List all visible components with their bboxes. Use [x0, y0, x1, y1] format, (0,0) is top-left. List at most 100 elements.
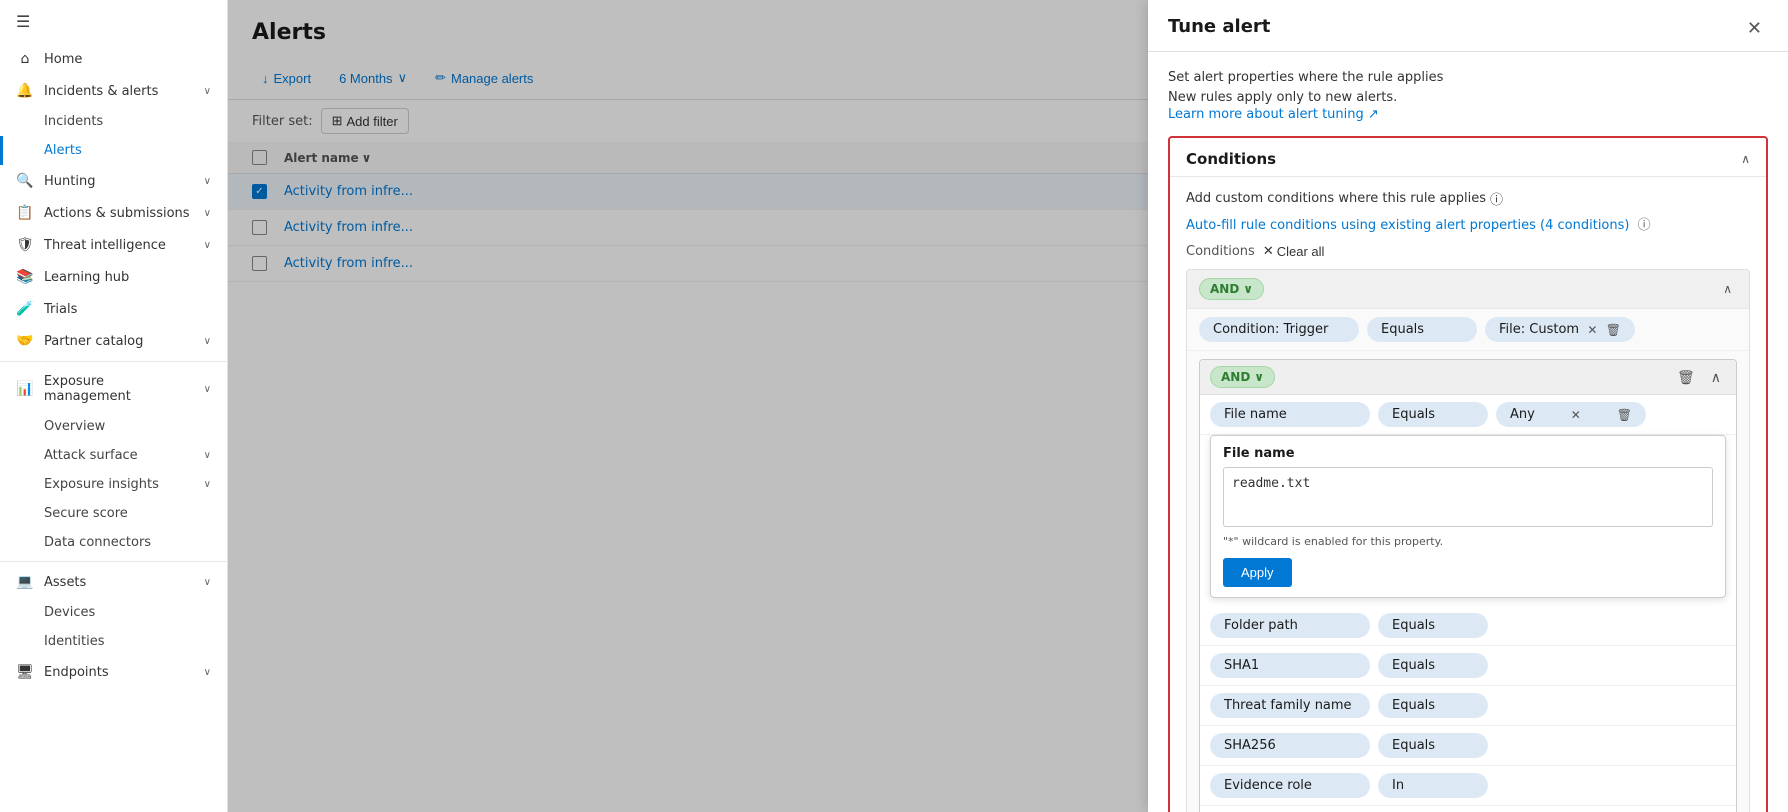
remove-icon[interactable]: ✕ — [1571, 408, 1581, 422]
chevron-down-icon: ∨ — [1254, 370, 1264, 384]
partner-icon: 🤝 — [16, 333, 34, 349]
operator-pill[interactable]: Equals — [1378, 733, 1488, 758]
value-pill[interactable]: File: Custom ✕ 🗑 — [1485, 317, 1635, 342]
nested-delete-button[interactable]: 🗑 — [1672, 367, 1700, 388]
sidebar-item-home[interactable]: ⌂ Home — [0, 43, 227, 75]
chevron-down-icon: ∨ — [204, 86, 211, 97]
threat-icon: 🛡 — [16, 237, 34, 253]
condition-row: Condition: Trigger Equals File: Custom ✕… — [1187, 309, 1749, 351]
panel-title: Tune alert — [1168, 16, 1270, 37]
and-badge[interactable]: AND ∨ — [1199, 278, 1264, 300]
clear-all-button[interactable]: ✕ Clear all — [1263, 243, 1325, 259]
sidebar: ☰ ⌂ Home 🔔 Incidents & alerts ∨ Incident… — [0, 0, 228, 812]
sidebar-item-hunting[interactable]: 🔍 Hunting ∨ — [0, 165, 227, 197]
sidebar-item-label: Exposure management — [44, 374, 194, 404]
conditions-clear-row: Conditions ✕ Clear all — [1186, 243, 1750, 259]
sidebar-item-overview[interactable]: Overview — [0, 412, 227, 441]
filename-hint: "*" wildcard is enabled for this propert… — [1223, 535, 1713, 548]
sidebar-item-exposure-management[interactable]: 📊 Exposure management ∨ — [0, 366, 227, 412]
field-pill[interactable]: SHA1 — [1210, 653, 1370, 678]
conditions-header: Conditions ∧ — [1170, 138, 1766, 177]
panel-close-button[interactable]: ✕ — [1741, 16, 1768, 41]
collapse-button[interactable]: ∧ — [1718, 280, 1737, 298]
operator-pill[interactable]: Equals — [1378, 613, 1488, 638]
sidebar-item-incidents-alerts[interactable]: 🔔 Incidents & alerts ∨ — [0, 75, 227, 107]
filename-popup: File name readme.txt "*" wildcard is ena… — [1210, 435, 1726, 598]
main-content: Alerts ↓ Export 6 Months ∨ ✏ Manage aler… — [228, 0, 1788, 812]
panel-desc-line1: Set alert properties where the rule appl… — [1168, 68, 1768, 88]
sidebar-item-data-connectors[interactable]: Data connectors — [0, 528, 227, 557]
chevron-down-icon: ∨ — [204, 577, 211, 588]
value-pill[interactable]: Any ✕ 🗑 — [1496, 402, 1646, 427]
chevron-down-icon: ∨ — [204, 667, 211, 678]
sidebar-item-exposure-insights[interactable]: Exposure insights ∨ — [0, 470, 227, 499]
trials-icon: 🧪 — [16, 301, 34, 317]
home-icon: ⌂ — [16, 51, 34, 67]
filename-input[interactable]: readme.txt — [1223, 467, 1713, 527]
chevron-down-icon: ∨ — [204, 479, 211, 490]
autofill-link[interactable]: Auto-fill rule conditions using existing… — [1186, 218, 1634, 233]
add-desc: Add custom conditions where this rule ap… — [1186, 189, 1750, 208]
conditions-box: Conditions ∧ Add custom conditions where… — [1168, 136, 1768, 812]
chevron-down-icon: ∨ — [204, 176, 211, 187]
nested-condition-row: SHA1 Equals — [1200, 646, 1736, 686]
condition-trigger-pill[interactable]: Condition: Trigger — [1199, 317, 1359, 342]
operator-pill[interactable]: In — [1378, 773, 1488, 798]
chevron-down-icon: ∨ — [204, 384, 211, 395]
field-pill[interactable]: Evidence role — [1210, 773, 1370, 798]
sidebar-item-label: Threat intelligence — [44, 238, 166, 253]
operator-pill[interactable]: Equals — [1378, 693, 1488, 718]
sidebar-item-alerts[interactable]: Alerts — [0, 136, 227, 165]
field-pill[interactable]: File name — [1210, 402, 1370, 427]
conditions-label: Conditions — [1186, 244, 1255, 259]
endpoints-icon: 🖥 — [16, 664, 34, 680]
field-pill[interactable]: Threat family name — [1210, 693, 1370, 718]
sidebar-item-label: Assets — [44, 575, 86, 590]
and-group-actions: ∧ — [1718, 280, 1737, 298]
remove-icon[interactable]: ✕ — [1587, 323, 1597, 337]
sidebar-item-partner-catalog[interactable]: 🤝 Partner catalog ∨ — [0, 325, 227, 357]
sidebar-item-endpoints[interactable]: 🖥 Endpoints ∨ — [0, 656, 227, 688]
operator-pill[interactable]: Equals — [1378, 653, 1488, 678]
chevron-down-icon: ∨ — [204, 240, 211, 251]
chevron-down-icon: ∨ — [1243, 282, 1253, 296]
sidebar-item-actions[interactable]: 📋 Actions & submissions ∨ — [0, 197, 227, 229]
side-panel: Tune alert ✕ Set alert properties where … — [1148, 0, 1788, 812]
sidebar-item-incidents[interactable]: Incidents — [0, 107, 227, 136]
equals-pill[interactable]: Equals — [1367, 317, 1477, 342]
nested-and-badge[interactable]: AND ∨ — [1210, 366, 1275, 388]
collapse-icon[interactable]: ∧ — [1741, 152, 1750, 166]
delete-row-icon[interactable]: 🗑 — [1617, 408, 1632, 422]
sidebar-item-devices[interactable]: Devices — [0, 598, 227, 627]
nested-condition-row: Evidence role In — [1200, 766, 1736, 806]
field-pill[interactable]: SHA256 — [1210, 733, 1370, 758]
filename-popup-label: File name — [1223, 446, 1713, 461]
sidebar-item-secure-score[interactable]: Secure score — [0, 499, 227, 528]
chevron-down-icon: ∨ — [204, 208, 211, 219]
chevron-down-icon: ∨ — [204, 336, 211, 347]
exposure-icon: 📊 — [16, 381, 34, 397]
sidebar-item-trials[interactable]: 🧪 Trials — [0, 293, 227, 325]
operator-pill[interactable]: Equals — [1378, 402, 1488, 427]
sidebar-item-attack-surface[interactable]: Attack surface ∨ — [0, 441, 227, 470]
learn-more-link[interactable]: Learn more about alert tuning ↗ — [1168, 107, 1379, 122]
apply-button[interactable]: Apply — [1223, 558, 1292, 587]
alerts-icon: 🔔 — [16, 83, 34, 99]
field-pill[interactable]: Folder path — [1210, 613, 1370, 638]
and-group-header: AND ∨ ∧ — [1187, 270, 1749, 309]
sidebar-item-assets[interactable]: 💻 Assets ∨ — [0, 566, 227, 598]
outer-and-group: AND ∨ ∧ Condition: Trigger — [1186, 269, 1750, 812]
nested-collapse-button[interactable]: ∧ — [1706, 367, 1726, 388]
hamburger-icon[interactable]: ☰ — [0, 0, 227, 43]
sidebar-item-threat-intelligence[interactable]: 🛡 Threat intelligence ∨ — [0, 229, 227, 261]
sidebar-item-identities[interactable]: Identities — [0, 627, 227, 656]
delete-icon[interactable]: 🗑 — [1606, 323, 1621, 337]
panel-body: Set alert properties where the rule appl… — [1148, 52, 1788, 812]
conditions-title: Conditions — [1186, 150, 1276, 168]
panel-desc-line2: New rules apply only to new alerts. — [1168, 88, 1768, 108]
hunting-icon: 🔍 — [16, 173, 34, 189]
sidebar-item-label: Learning hub — [44, 270, 129, 285]
sidebar-item-learning-hub[interactable]: 📚 Learning hub — [0, 261, 227, 293]
nested-condition-row: File name Equals Any ✕ 🗑 — [1200, 395, 1736, 435]
nested-condition-row: Folder path Equals — [1200, 606, 1736, 646]
